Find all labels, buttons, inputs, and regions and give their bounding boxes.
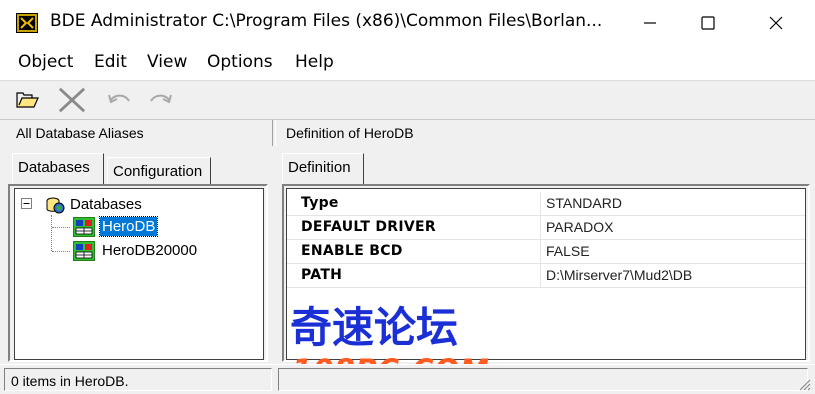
close-icon: [769, 16, 783, 30]
tree-root-label: Databases: [70, 196, 142, 213]
minimize-button[interactable]: [622, 4, 678, 42]
menu-bar: Object Edit View Options Help: [0, 44, 815, 80]
title-bar[interactable]: BDE Administrator C:\Program Files (x86)…: [0, 0, 815, 44]
bde-administrator-window: BDE Administrator C:\Program Files (x86)…: [0, 0, 815, 394]
redo-button[interactable]: [146, 87, 174, 113]
resize-grip-icon[interactable]: [797, 377, 811, 391]
left-panel-header: All Database Aliases: [0, 120, 272, 146]
tree-connector: [52, 251, 70, 252]
left-panel-title: All Database Aliases: [16, 125, 144, 141]
close-button[interactable]: [748, 4, 804, 42]
definition-value[interactable]: STANDARD: [546, 195, 622, 211]
definition-key: ENABLE BCD: [301, 243, 403, 259]
status-text: 0 items in HeroDB.: [11, 373, 129, 389]
definition-key: DEFAULT DRIVER: [301, 219, 436, 235]
column-divider: [540, 192, 541, 215]
tab-definition-label: Definition: [288, 159, 351, 176]
redo-icon: [150, 94, 172, 104]
bde-app-icon: [16, 13, 38, 33]
open-button[interactable]: [14, 87, 42, 113]
tree-item-label-selected: HeroDB: [98, 216, 159, 237]
definition-key: Type: [301, 195, 339, 211]
tab-configuration[interactable]: Configuration: [107, 157, 211, 185]
toolbar: [0, 80, 815, 120]
minimize-icon: [644, 22, 656, 24]
right-panel-title: Definition of HeroDB: [286, 125, 414, 141]
maximize-button[interactable]: [680, 4, 736, 42]
undo-icon: [108, 94, 130, 104]
open-folder-icon: [16, 92, 39, 108]
menu-options[interactable]: Options: [207, 52, 273, 72]
menu-object[interactable]: Object: [18, 52, 73, 72]
watermark-line1: 奇速论坛: [290, 303, 458, 352]
tree-connector: [52, 227, 70, 228]
definition-value[interactable]: D:\Mirserver7\Mud2\DB: [546, 267, 692, 283]
database-tree[interactable]: Databases HeroDB HeroDB20000: [14, 188, 264, 360]
definition-row[interactable]: Type STANDARD: [287, 192, 805, 216]
collapse-icon[interactable]: [21, 198, 32, 209]
tree-item-label: HeroDB20000: [102, 242, 198, 259]
definition-value[interactable]: PARADOX: [546, 219, 613, 235]
tab-definition[interactable]: Definition: [282, 153, 364, 184]
column-divider: [540, 264, 541, 287]
menu-view[interactable]: View: [147, 52, 187, 72]
menu-help[interactable]: Help: [295, 52, 334, 72]
undo-button[interactable]: [106, 87, 134, 113]
status-cell: 0 items in HeroDB.: [4, 368, 272, 391]
delete-button[interactable]: [58, 87, 86, 113]
status-cell-secondary: [278, 368, 808, 391]
databases-globe-icon: [46, 197, 65, 214]
tree-connector: [51, 215, 52, 251]
column-divider: [540, 216, 541, 239]
maximize-icon: [701, 16, 715, 30]
definition-value[interactable]: FALSE: [546, 243, 590, 259]
tab-databases-label: Databases: [18, 159, 90, 176]
definition-row[interactable]: ENABLE BCD FALSE: [287, 240, 805, 264]
database-alias-icon: [73, 241, 95, 261]
right-panel-header: Definition of HeroDB: [276, 120, 815, 146]
status-bar: 0 items in HeroDB.: [0, 364, 815, 394]
delete-icon: [58, 87, 86, 113]
menu-edit[interactable]: Edit: [94, 52, 127, 72]
definition-row[interactable]: DEFAULT DRIVER PARADOX: [287, 216, 805, 240]
window-title: BDE Administrator C:\Program Files (x86)…: [50, 11, 603, 31]
definition-key: PATH: [301, 267, 343, 283]
tab-configuration-label: Configuration: [113, 163, 203, 180]
tab-databases[interactable]: Databases: [12, 153, 104, 184]
definition-row[interactable]: PATH D:\Mirserver7\Mud2\DB: [287, 264, 805, 288]
column-divider: [540, 240, 541, 263]
database-alias-icon: [73, 217, 95, 237]
